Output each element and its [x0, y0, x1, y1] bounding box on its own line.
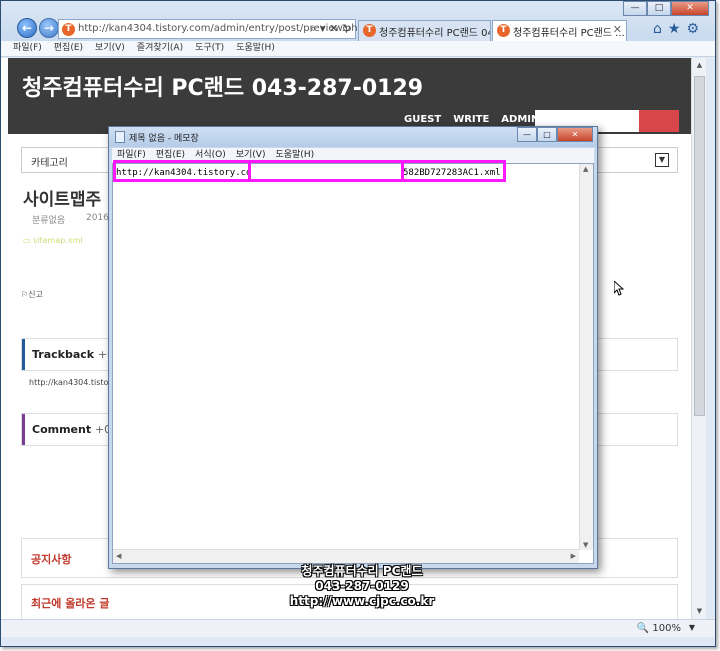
favicon-icon: T	[62, 23, 75, 36]
browser-chrome: ← → T http://kan4304.tistory.com/admin/e…	[1, 1, 715, 41]
section-accent	[22, 414, 25, 445]
comment-title: Comment	[32, 423, 92, 436]
menu-favorites[interactable]: 즐겨찾기(A)	[137, 41, 183, 56]
screenshot-frame: ← → T http://kan4304.tistory.com/admin/e…	[0, 0, 716, 647]
forward-button[interactable]: →	[39, 18, 59, 38]
blog-nav: GUEST WRITE ADMIN	[404, 114, 551, 125]
status-bar: 🔍 100% ▼	[1, 619, 715, 637]
section-accent	[22, 339, 25, 370]
home-favorites-tools-icon[interactable]: ⌂★⚙	[653, 21, 705, 37]
watermark-line1: 청주컴퓨터수리 PC랜드	[301, 564, 423, 578]
blog-header: 청주컴퓨터수리 PC랜드 043-287-0129 GUEST WRITE AD…	[8, 58, 691, 134]
watermark-line3: http://www.cjpc.co.kr	[289, 594, 435, 608]
nav-admin[interactable]: ADMIN	[501, 114, 539, 125]
scroll-up-icon[interactable]: ▲	[692, 58, 707, 73]
watermark: 청주컴퓨터수리 PC랜드 043-287-0129 http://www.cjp…	[249, 564, 475, 609]
scrollbar-thumb[interactable]	[694, 76, 705, 416]
scroll-up-icon[interactable]: ▲	[583, 165, 588, 173]
report-label: 신고	[28, 290, 43, 299]
notepad-window-controls: — □ ✕	[517, 127, 593, 142]
notepad-hscrollbar[interactable]: ◀ ▶	[113, 549, 579, 563]
recent-posts-title: 최근에 올라온 글	[31, 597, 110, 610]
notepad-minimize-button[interactable]: —	[517, 127, 537, 142]
post-category[interactable]: 분류없음	[32, 213, 65, 226]
trackback-url[interactable]: http://kan4304.tistory	[29, 378, 116, 387]
watermark-line2: 043-287-0129	[315, 579, 409, 593]
tab-close-icon[interactable]: ✕	[613, 23, 622, 36]
notepad-close-button[interactable]: ✕	[557, 127, 593, 142]
notepad-maximize-button[interactable]: □	[537, 127, 557, 142]
maximize-button[interactable]: □	[647, 1, 671, 16]
menu-file[interactable]: 파일(F)	[13, 41, 42, 56]
chevron-down-icon[interactable]: ▼	[689, 623, 695, 632]
scroll-right-icon[interactable]: ▶	[571, 552, 576, 560]
close-button[interactable]: ✕	[671, 1, 709, 16]
notepad-icon	[115, 131, 125, 143]
report-link[interactable]: ⚐신고	[21, 289, 43, 300]
zoom-level[interactable]: 🔍 100%	[637, 623, 681, 634]
menu-view[interactable]: 보기(V)	[95, 41, 125, 56]
back-button[interactable]: ←	[17, 18, 37, 38]
trackback-heading: Trackback +0	[32, 348, 114, 361]
window-controls: — □ ✕	[623, 1, 709, 16]
notepad-title: 제목 없음 - 메모장	[129, 134, 199, 144]
notepad-titlebar[interactable]: 제목 없음 - 메모장 — □ ✕	[109, 127, 597, 147]
mouse-cursor-icon	[614, 281, 624, 296]
scroll-down-icon[interactable]: ▼	[692, 604, 707, 619]
blog-title[interactable]: 청주컴퓨터수리 PC랜드 043-287-0129	[22, 70, 423, 102]
post-title: 사이트맵주	[23, 190, 102, 210]
notepad-vscrollbar[interactable]: ▲ ▼	[579, 164, 593, 550]
trackback-title: Trackback	[32, 348, 95, 361]
tab-favicon-icon: T	[497, 24, 510, 37]
menu-edit[interactable]: 편집(E)	[54, 41, 83, 56]
address-actions-icon[interactable]: ⌕ ▾ ✕ ↻	[310, 22, 351, 36]
scroll-left-icon[interactable]: ◀	[116, 552, 121, 560]
menu-help[interactable]: 도움말(H)	[236, 41, 275, 56]
nav-write[interactable]: WRITE	[453, 114, 489, 125]
nav-guest[interactable]: GUEST	[404, 114, 441, 125]
zoom-value: 100%	[652, 623, 681, 634]
comment-heading: Comment +0	[32, 423, 111, 436]
notice-title: 공지사항	[31, 553, 72, 566]
attachment-name: sitemap.xml	[33, 236, 83, 245]
category-label: 카테고리	[31, 158, 68, 169]
highlight-box-inner	[248, 160, 404, 182]
blog-search-button[interactable]	[639, 110, 679, 132]
attachment-link[interactable]: ▭ sitemap.xml	[23, 236, 83, 245]
zoom-icon: 🔍	[636, 623, 650, 634]
scroll-down-icon[interactable]: ▼	[583, 541, 588, 549]
tab-label: 청주컴퓨터수리 PC랜드 ...	[513, 28, 625, 39]
attachment-icon: ▭	[23, 236, 34, 245]
address-bar[interactable]: T http://kan4304.tistory.com/admin/entry…	[58, 19, 364, 39]
menu-tools[interactable]: 도구(T)	[195, 41, 224, 56]
notepad-window[interactable]: 제목 없음 - 메모장 — □ ✕ 파일(F) 편집(E) 서식(O) 보기(V…	[108, 126, 598, 569]
notepad-text-area[interactable]: http://kan4304.tistory.com 582BD727283AC…	[112, 160, 594, 564]
page-scrollbar[interactable]: ▲ ▼	[691, 58, 706, 619]
browser-menubar: 파일(F) 편집(E) 보기(V) 즐겨찾기(A) 도구(T) 도움말(H)	[1, 41, 715, 57]
browser-tab-active[interactable]: T 청주컴퓨터수리 PC랜드 ... ✕	[492, 20, 627, 41]
minimize-button[interactable]: —	[623, 1, 647, 16]
tab-favicon-icon: T	[363, 24, 376, 37]
tab-label: 청주컴퓨터수리 PC랜드 043...	[379, 28, 490, 39]
browser-tab[interactable]: T 청주컴퓨터수리 PC랜드 043...	[358, 20, 491, 41]
chevron-down-icon[interactable]: ▼	[655, 153, 669, 167]
